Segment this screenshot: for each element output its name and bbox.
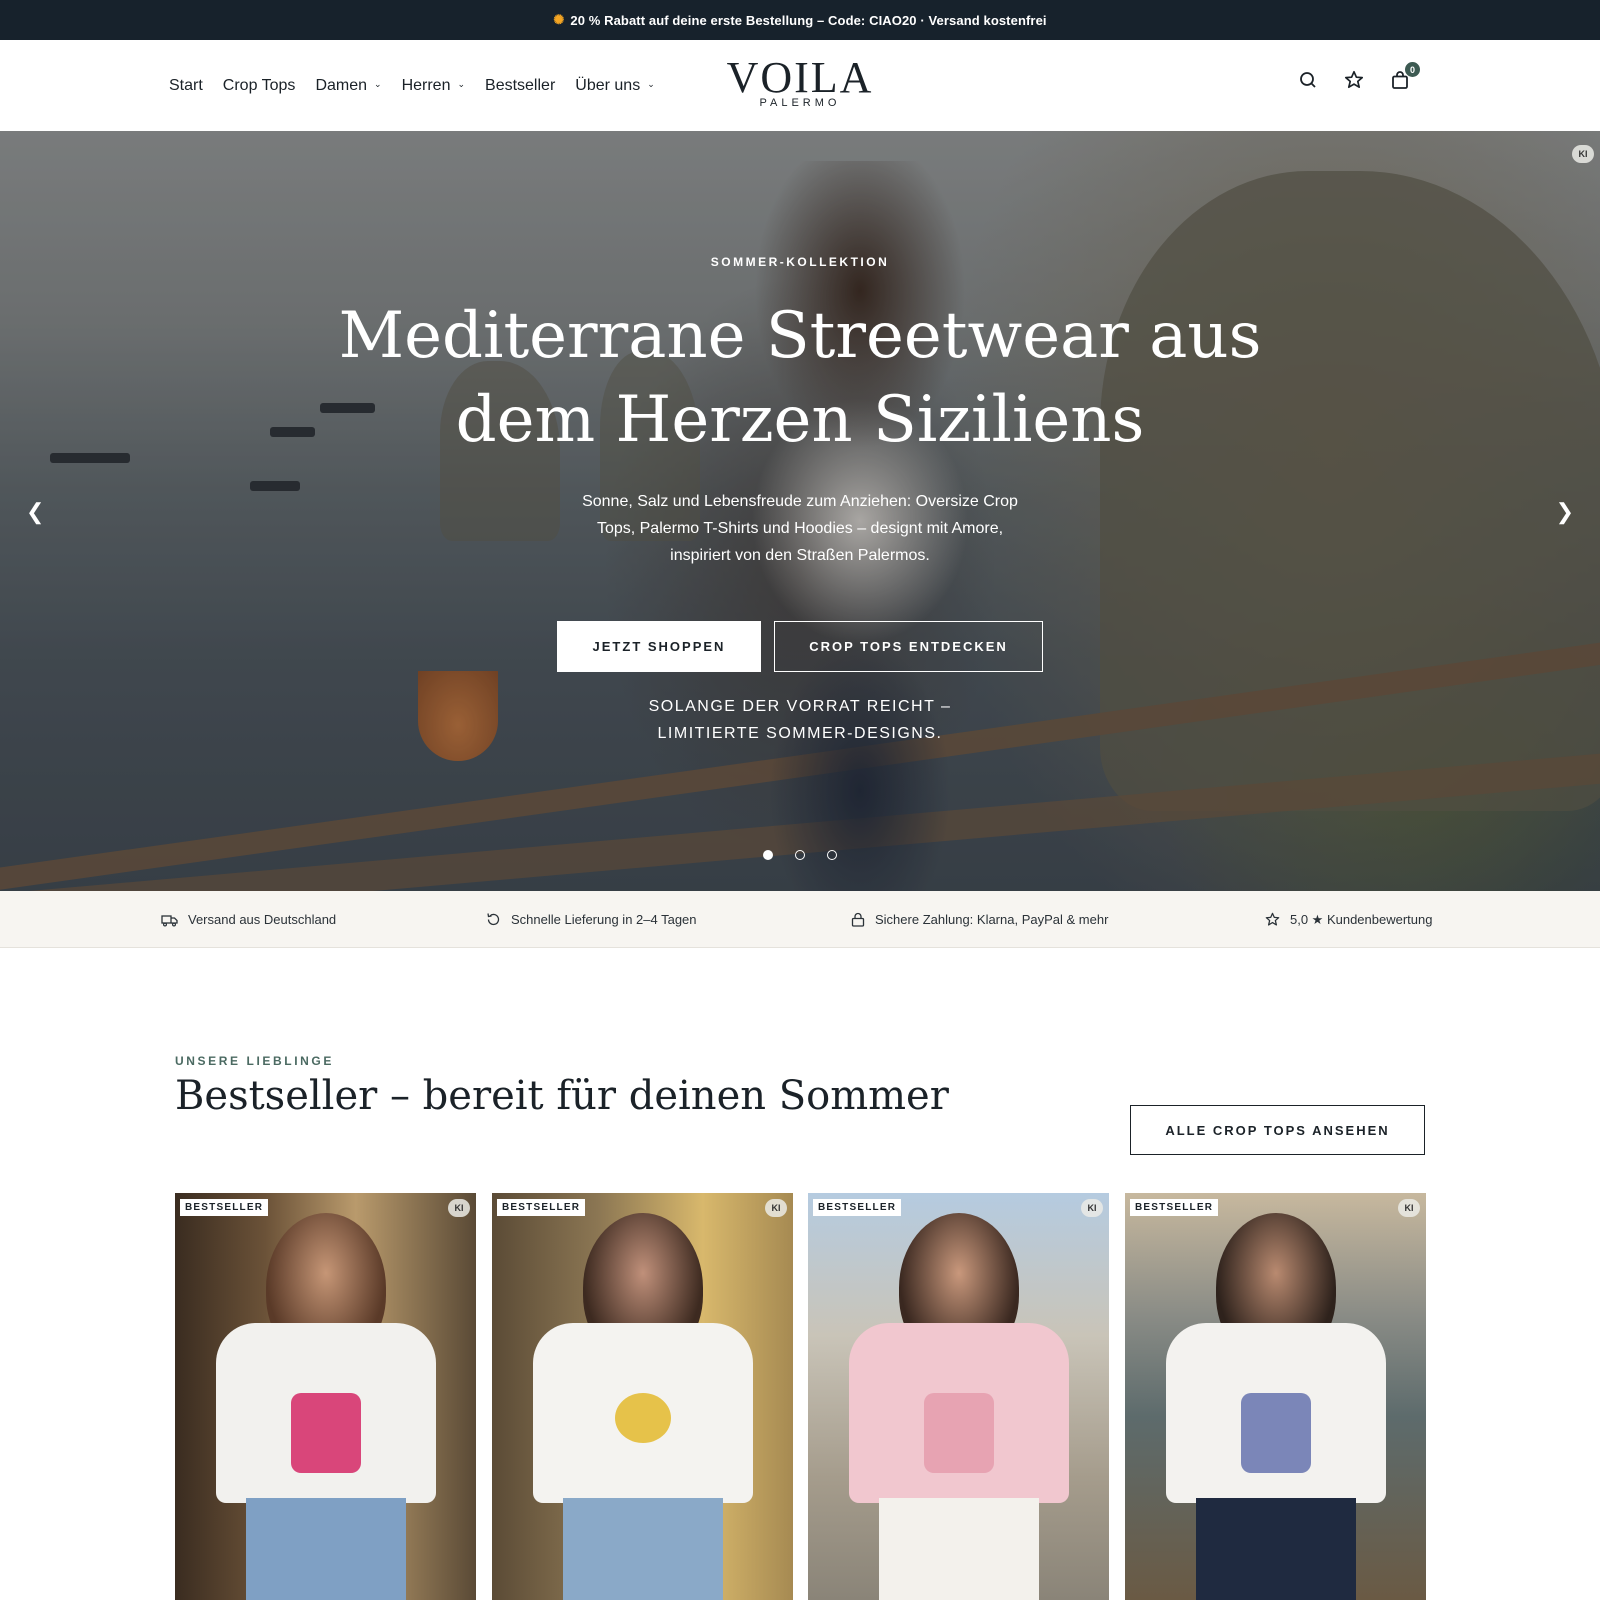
nav-item-herren[interactable]: Herren ⌄	[402, 77, 465, 95]
chevron-down-icon: ⌄	[647, 79, 655, 89]
product-image	[175, 1193, 476, 1600]
hero-subtitle: Sonne, Salz und Lebensfreude zum Anziehe…	[582, 493, 1018, 564]
slide-dot[interactable]	[827, 850, 837, 860]
header-icons: 0	[1298, 62, 1420, 90]
lock-icon	[851, 912, 865, 927]
ki-badge: KI	[448, 1199, 470, 1217]
nav-item-ueber-uns[interactable]: Über uns ⌄	[575, 77, 654, 95]
section-title: Bestseller – bereit für deinen Sommer	[175, 1073, 949, 1119]
cart-count-badge: 0	[1405, 62, 1420, 77]
hero-banner: KI SOMMER-KOLLEKTION Mediterrane Streetw…	[0, 131, 1600, 891]
star-icon	[1265, 912, 1280, 926]
logo-wordmark: VOILA	[726, 53, 874, 102]
bestseller-badge: BESTSELLER	[813, 1199, 902, 1216]
hero-eyebrow: SOMMER-KOLLEKTION	[710, 255, 890, 269]
bestseller-badge: BESTSELLER	[497, 1199, 586, 1216]
slide-dot[interactable]	[763, 850, 773, 860]
trust-item-delivery: Schnelle Lieferung in 2–4 Tagen	[486, 891, 697, 948]
product-card[interactable]: BESTSELLER KI	[175, 1193, 476, 1600]
product-image	[1125, 1193, 1426, 1600]
ki-badge: KI	[1081, 1199, 1103, 1217]
discover-crop-tops-button[interactable]: CROP TOPS ENTDECKEN	[774, 621, 1043, 672]
product-card[interactable]: BESTSELLER KI	[808, 1193, 1109, 1600]
shop-now-button[interactable]: JETZT SHOPPEN	[557, 621, 761, 672]
cart-icon[interactable]: 0	[1390, 62, 1420, 90]
product-card[interactable]: BESTSELLER KI	[1125, 1193, 1426, 1600]
announcement-text: 20 % Rabatt auf deine erste Bestellung –…	[570, 12, 1047, 28]
main-nav: Start Crop Tops Damen ⌄ Herren ⌄ Bestselle…	[169, 40, 675, 131]
star-icon[interactable]	[1344, 70, 1364, 90]
trust-item-shipping: Versand aus Deutschland	[161, 891, 336, 948]
chevron-down-icon: ⌄	[457, 79, 466, 89]
product-card[interactable]: BESTSELLER KI	[492, 1193, 793, 1600]
ki-badge: KI	[765, 1199, 787, 1217]
nav-item-damen[interactable]: Damen ⌄	[315, 77, 381, 95]
prev-slide-icon[interactable]: ❮	[26, 499, 44, 525]
ki-badge: KI	[1398, 1199, 1420, 1217]
nav-item-crop-tops[interactable]: Crop Tops	[223, 77, 296, 95]
brand-logo[interactable]: VOILA PALERMO	[712, 53, 888, 110]
sun-icon: ✺	[553, 12, 565, 27]
chevron-down-icon: ⌄	[374, 79, 382, 89]
site-header: Start Crop Tops Damen ⌄ Herren ⌄ Bestselle…	[0, 40, 1600, 131]
announcement-bar: ✺ 20 % Rabatt auf deine erste Bestellung…	[0, 0, 1600, 40]
hero-note: SOLANGE DER VORRAT REICHT – LIMITIERTE SO…	[648, 698, 952, 742]
view-all-crop-tops-button[interactable]: ALLE CROP TOPS ANSEHEN	[1130, 1105, 1425, 1155]
bestseller-badge: BESTSELLER	[1130, 1199, 1219, 1216]
trust-item-payment: Sichere Zahlung: Klarna, PayPal & mehr	[851, 891, 1108, 948]
slide-dot[interactable]	[795, 850, 805, 860]
search-icon[interactable]	[1298, 70, 1318, 90]
trust-bar: Versand aus Deutschland Schnelle Lieferu…	[0, 891, 1600, 948]
hero-title: Mediterrane Streetwear aus dem Herzen Siz…	[338, 299, 1262, 457]
slide-dots	[0, 850, 1600, 860]
refresh-icon	[487, 913, 500, 926]
nav-item-bestseller[interactable]: Bestseller	[485, 77, 555, 95]
product-image	[492, 1193, 793, 1600]
product-image	[808, 1193, 1109, 1600]
next-slide-icon[interactable]: ❯	[1556, 499, 1574, 525]
nav-item-start[interactable]: Start	[169, 77, 203, 95]
bestseller-badge: BESTSELLER	[180, 1199, 269, 1216]
truck-icon	[161, 914, 178, 927]
section-eyebrow: UNSERE LIEBLINGE	[175, 1054, 334, 1068]
trust-item-rating: 5,0 ★ Kundenbewertung	[1265, 891, 1432, 948]
